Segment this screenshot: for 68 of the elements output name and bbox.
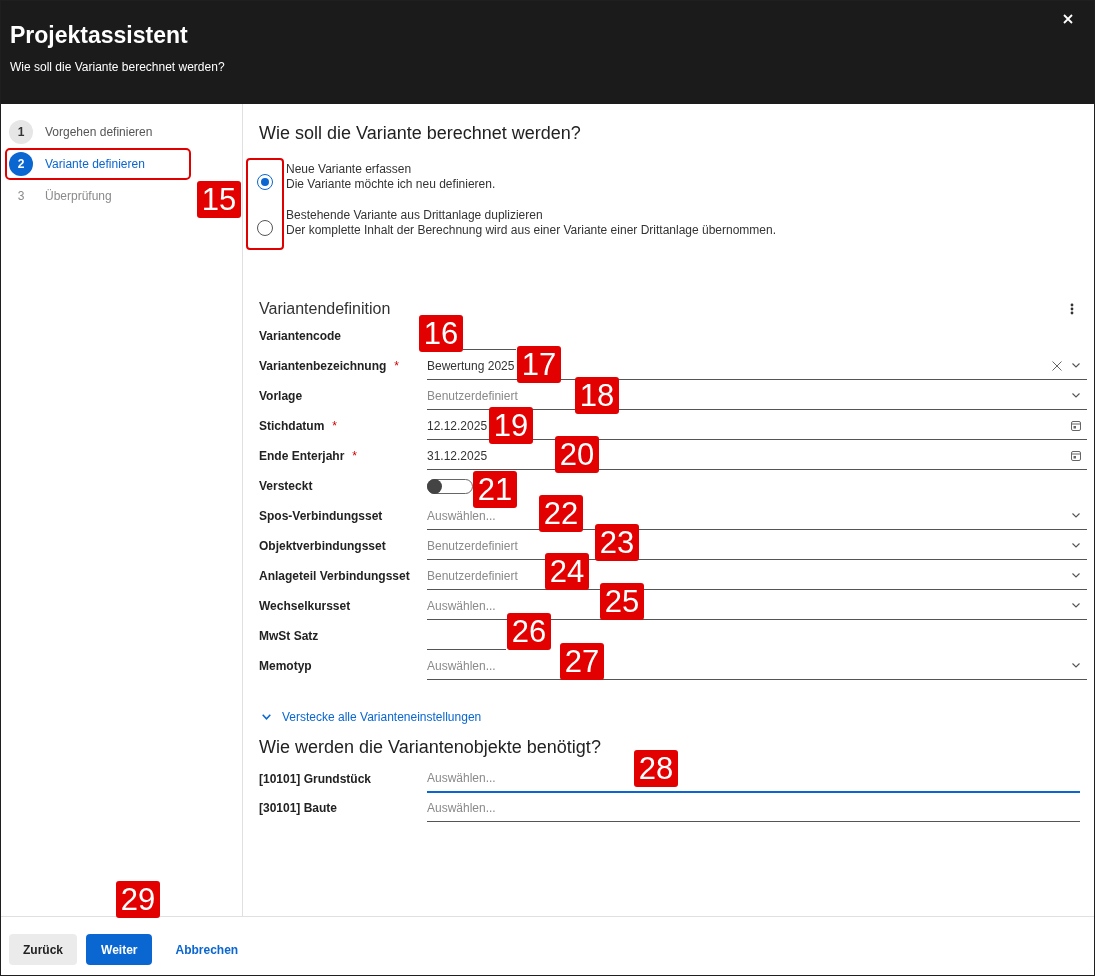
section-heading: Wie soll die Variante berechnet werden? (259, 122, 582, 144)
option-title: Bestehende Variante aus Drittanlage duplizieren (286, 208, 544, 223)
chevron-down-icon (262, 714, 271, 720)
wizard-step[interactable]: 2 Variante definieren (5, 148, 191, 180)
field-label: Anlageteil Verbindungsset (259, 569, 410, 583)
field-label: Versteckt (259, 479, 313, 493)
calendar-icon[interactable] (1071, 450, 1081, 461)
footer-button[interactable]: Zurück (9, 934, 77, 965)
step-number: 3 (16, 188, 26, 205)
chevron-down-icon[interactable] (1072, 393, 1080, 398)
option-description: Der komplette Inhalt der Berechnung wird aus einer Variante einer Drittanlage übernommen. (286, 223, 777, 238)
callout-badge: 16 (419, 315, 463, 352)
calendar-icon[interactable] (1071, 420, 1081, 431)
field-label: Spos-Verbindungsset (259, 509, 383, 523)
chevron-down-icon[interactable] (1072, 363, 1080, 368)
radio-button[interactable] (257, 220, 273, 236)
field-label: MwSt Satz (259, 629, 319, 643)
callout-badge: 25 (600, 583, 644, 620)
callout-badge: 24 (545, 553, 589, 590)
callout-badge: 22 (539, 495, 583, 532)
close-icon[interactable] (1063, 14, 1073, 24)
required-mark: * (394, 359, 400, 373)
cancel-link[interactable]: Abbrechen (163, 934, 251, 965)
callout-badge: 19 (489, 407, 533, 444)
option-title: Neue Variante erfassen (286, 162, 413, 177)
section-heading: Wie werden die Variantenobjekte benötigt? (259, 736, 602, 758)
toggle-switch[interactable] (427, 478, 473, 494)
chevron-down-icon[interactable] (1072, 573, 1080, 578)
field-label: Wechselkursset (259, 599, 351, 613)
callout-badge: 20 (555, 436, 599, 473)
callout-badge: 15 (197, 181, 241, 218)
footer-button[interactable]: Weiter (86, 934, 153, 965)
more-icon[interactable] (1070, 303, 1074, 315)
callout-badge: 29 (116, 881, 160, 918)
option-description: Die Variante möchte ich neu definieren. (286, 177, 497, 192)
field-label: Vorlage (259, 389, 303, 403)
select-field[interactable]: Auswählen... (427, 794, 1080, 822)
field-label: [30101] Baute (259, 801, 338, 815)
field-label: Variantencode (259, 329, 342, 343)
section-title: Variantendefinition (259, 299, 391, 319)
collapse-link[interactable]: Verstecke alle Varianteneinstellungen (262, 709, 482, 725)
field-label: Ende Enterjahr (259, 449, 345, 463)
chevron-down-icon[interactable] (1072, 513, 1080, 518)
field-label: Memotyp (259, 659, 312, 673)
chevron-down-icon[interactable] (1072, 543, 1080, 548)
chevron-down-icon[interactable] (1072, 603, 1080, 608)
callout-badge: 18 (575, 377, 619, 414)
field-label: [10101] Grundstück (259, 772, 372, 786)
field-label: Objektverbindungsset (259, 539, 386, 553)
callout-badge: 17 (517, 346, 561, 383)
radio-button[interactable] (257, 174, 273, 190)
callout-badge: 27 (560, 643, 604, 680)
wizard-step[interactable]: 1 Vorgehen definieren (5, 116, 191, 148)
required-mark: * (352, 449, 358, 463)
callout-badge: 23 (595, 524, 639, 561)
wizard-step[interactable]: 3 Überprüfung (5, 180, 191, 212)
required-mark: * (332, 419, 337, 433)
clear-icon[interactable] (1052, 360, 1062, 371)
dialog-subtitle: Wie soll die Variante berechnet werden? (10, 59, 226, 75)
callout-badge: 26 (507, 613, 551, 650)
field-label: Stichdatum (259, 419, 325, 433)
callout-badge: 21 (473, 471, 517, 508)
callout-badge: 28 (634, 750, 678, 787)
dialog-title: Projektassistent (10, 22, 189, 48)
chevron-down-icon[interactable] (1072, 663, 1080, 668)
step-number: 2 (9, 152, 33, 176)
field-label: Variantenbezeichnung (259, 359, 387, 373)
step-number: 1 (9, 120, 33, 144)
